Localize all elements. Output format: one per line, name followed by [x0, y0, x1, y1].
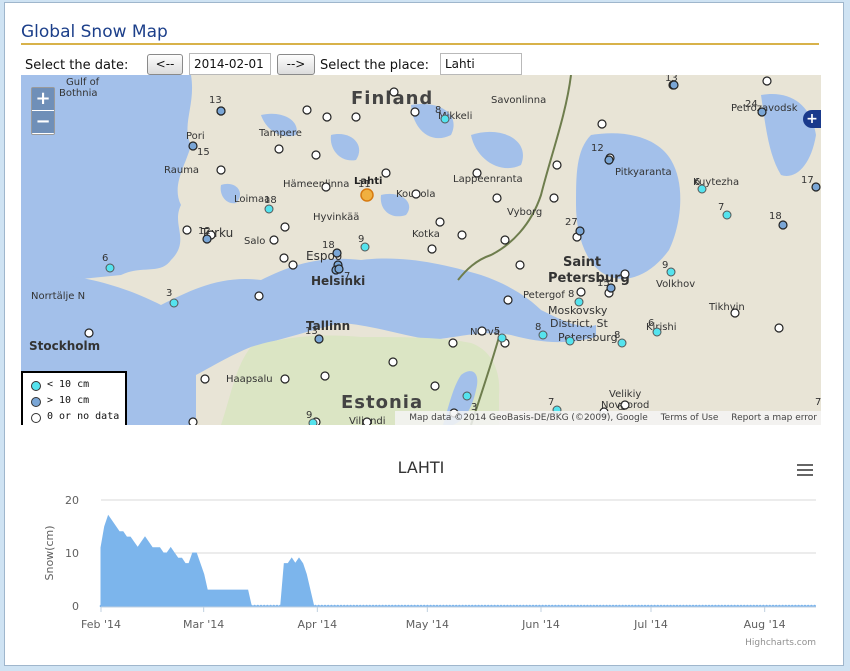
svg-text:Pori: Pori — [186, 131, 205, 142]
x-tick-label: Feb '14 — [81, 618, 121, 631]
svg-text:Petergof: Petergof — [523, 290, 565, 301]
svg-text:13: 13 — [209, 95, 222, 106]
zoom-in-button[interactable]: + — [32, 88, 54, 110]
y-tick-label: 10 — [65, 547, 79, 560]
svg-text:18: 18 — [322, 240, 335, 251]
svg-text:Salo: Salo — [244, 236, 265, 247]
place-input[interactable]: Lahti — [440, 53, 522, 75]
legend-swatch-under-10 — [31, 381, 41, 391]
place-label: Select the place: — [320, 58, 430, 73]
svg-text:9: 9 — [306, 410, 312, 421]
x-tick-label: Jun '14 — [521, 618, 560, 631]
title-divider — [21, 43, 819, 45]
svg-text:Gulf of: Gulf of — [66, 77, 100, 88]
svg-text:6: 6 — [694, 177, 700, 188]
svg-text:Velikiy: Velikiy — [609, 389, 641, 400]
map-attribution: Map data ©2014 GeoBasis-DE/BKG (©2009), … — [395, 411, 821, 425]
svg-text:12: 12 — [198, 226, 211, 237]
svg-text:15: 15 — [597, 278, 610, 289]
svg-text:7: 7 — [548, 397, 554, 408]
svg-text:Norrtälje N: Norrtälje N — [31, 291, 85, 302]
svg-text:18: 18 — [264, 195, 277, 206]
svg-text:Vyborg: Vyborg — [507, 207, 542, 218]
svg-text:Savonlinna: Savonlinna — [491, 95, 546, 106]
svg-text:Bothnia: Bothnia — [59, 88, 97, 99]
svg-text:Helsinki: Helsinki — [311, 274, 365, 288]
svg-text:9: 9 — [662, 260, 668, 271]
report-map-error-link[interactable]: Report a map error — [731, 413, 817, 423]
svg-text:8: 8 — [568, 289, 574, 300]
snow-area-series — [100, 514, 816, 607]
x-tick-label: Mar '14 — [183, 618, 224, 631]
map-expand-button[interactable]: + — [803, 110, 821, 128]
svg-text:Volkhov: Volkhov — [656, 279, 695, 290]
selected-station-lahti[interactable] — [360, 188, 374, 202]
svg-text:7: 7 — [344, 271, 350, 282]
svg-text:8: 8 — [535, 322, 541, 333]
svg-text:18: 18 — [769, 211, 782, 222]
page-title: Global Snow Map — [21, 22, 168, 42]
map-legend: < 10 cm > 10 cm 0 or no data — [21, 371, 127, 425]
svg-text:15: 15 — [197, 147, 210, 158]
svg-text:Pitkyaranta: Pitkyaranta — [615, 167, 672, 178]
svg-text:9: 9 — [358, 234, 364, 245]
svg-text:6: 6 — [102, 253, 108, 264]
legend-swatch-no-data — [31, 413, 41, 423]
highcharts-credit[interactable]: Highcharts.com — [745, 638, 816, 648]
y-tick-label: 0 — [72, 600, 79, 613]
snow-chart: LAHTI 0 10 20 Snow(cm) Feb '14 Mar '14 Apr '14… — [21, 450, 821, 660]
svg-text:11: 11 — [358, 179, 371, 190]
svg-text:7: 7 — [718, 202, 724, 213]
prev-date-button[interactable]: <-- — [147, 54, 183, 75]
svg-text:Saint: Saint — [563, 255, 601, 270]
chart-plot: 0 10 20 Snow(cm) Feb '14 Mar '14 Apr '14 May '1… — [43, 494, 816, 631]
svg-text:Rauma: Rauma — [164, 165, 199, 176]
svg-text:17: 17 — [801, 175, 814, 186]
date-label: Select the date: — [25, 58, 129, 73]
svg-text:Kotka: Kotka — [412, 229, 440, 240]
x-tick-label: Aug '14 — [744, 618, 786, 631]
map-label-estonia: Estonia — [341, 392, 423, 413]
svg-text:13: 13 — [305, 326, 318, 337]
map-canvas[interactable]: Finland Estonia Gulf ofBothnia Pori Raum… — [21, 75, 821, 425]
date-input[interactable]: 2014-02-01 — [189, 53, 271, 75]
map-data-credit: Map data ©2014 GeoBasis-DE/BKG (©2009), … — [409, 413, 648, 423]
svg-text:13: 13 — [665, 75, 678, 84]
zoom-out-button[interactable]: − — [32, 111, 54, 133]
svg-text:7: 7 — [815, 397, 821, 408]
svg-text:District, St: District, St — [550, 317, 608, 330]
svg-text:8: 8 — [614, 330, 620, 341]
next-date-button[interactable]: --> — [277, 54, 315, 75]
x-tick-label: Apr '14 — [298, 618, 338, 631]
svg-text:8: 8 — [435, 105, 441, 116]
svg-text:24: 24 — [745, 99, 758, 110]
svg-text:Petersburg: Petersburg — [548, 271, 630, 286]
svg-text:27: 27 — [565, 217, 578, 228]
snow-map[interactable]: Finland Estonia Gulf of Bothnia Pori Raum… — [21, 75, 821, 425]
controls-bar: Select the date: <-- 2014-02-01 --> Sele… — [21, 53, 821, 77]
svg-text:Hyvinkää: Hyvinkää — [313, 212, 359, 223]
map-zoom-control: + − — [31, 87, 55, 135]
legend-swatch-over-10 — [31, 397, 41, 407]
x-tick-label: May '14 — [406, 618, 449, 631]
terms-of-use-link[interactable]: Terms of Use — [661, 413, 719, 423]
svg-text:Lappeenranta: Lappeenranta — [453, 174, 523, 185]
svg-text:Hämeenlinna: Hämeenlinna — [283, 179, 349, 190]
y-tick-label: 20 — [65, 494, 79, 507]
svg-text:Stockholm: Stockholm — [29, 339, 100, 353]
x-tick-label: Jul '14 — [633, 618, 668, 631]
svg-text:Tampere: Tampere — [258, 128, 302, 139]
y-axis-label: Snow(cm) — [43, 525, 56, 580]
svg-text:12: 12 — [591, 143, 604, 154]
svg-text:5: 5 — [494, 326, 500, 337]
svg-text:6: 6 — [648, 318, 654, 329]
svg-text:Haapsalu: Haapsalu — [226, 374, 273, 385]
svg-text:3: 3 — [166, 288, 172, 299]
